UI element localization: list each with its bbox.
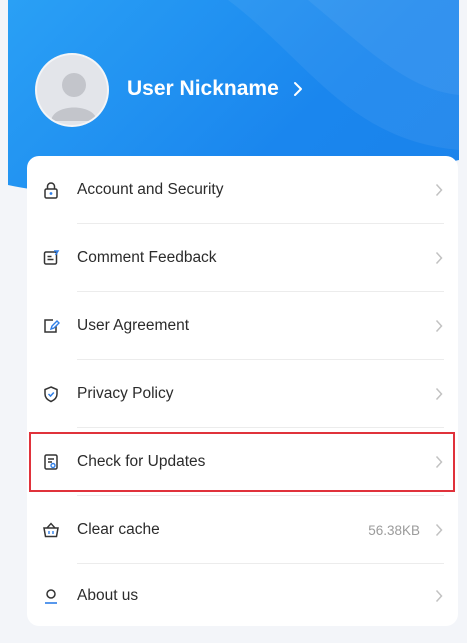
chevron-right-icon bbox=[435, 589, 445, 603]
feedback-icon bbox=[41, 248, 61, 268]
user-nickname: User Nickname bbox=[127, 77, 279, 100]
chevron-right-icon bbox=[435, 319, 445, 333]
agreement-icon bbox=[41, 316, 61, 336]
menu-item-label: Clear cache bbox=[77, 521, 160, 538]
menu-item-label: Check for Updates bbox=[77, 453, 206, 470]
lock-icon bbox=[41, 180, 61, 200]
menu-item-check-updates[interactable]: Check for Updates bbox=[27, 428, 458, 496]
chevron-right-icon bbox=[435, 251, 445, 265]
menu-item-label: Comment Feedback bbox=[77, 249, 217, 266]
chevron-right-icon bbox=[435, 455, 445, 469]
chevron-right-icon bbox=[293, 81, 303, 97]
update-icon bbox=[41, 452, 61, 472]
basket-icon bbox=[41, 520, 61, 540]
chevron-right-icon bbox=[435, 387, 445, 401]
menu-item-label: Account and Security bbox=[77, 181, 224, 198]
menu-item-user-agreement[interactable]: User Agreement bbox=[27, 292, 458, 360]
menu-item-label: User Agreement bbox=[77, 317, 189, 334]
nickname-row[interactable]: User Nickname bbox=[127, 74, 303, 104]
chevron-right-icon bbox=[435, 523, 445, 537]
menu-item-account-security[interactable]: Account and Security bbox=[27, 156, 458, 224]
menu-item-comment-feedback[interactable]: Comment Feedback bbox=[27, 224, 458, 292]
menu-item-label: Privacy Policy bbox=[77, 385, 174, 402]
chevron-right-icon bbox=[435, 183, 445, 197]
cache-size-value: 56.38KB bbox=[368, 522, 420, 538]
shield-icon bbox=[41, 384, 61, 404]
menu-item-clear-cache[interactable]: Clear cache 56.38KB bbox=[27, 496, 458, 564]
menu-item-about-us[interactable]: About us bbox=[27, 562, 458, 630]
avatar[interactable] bbox=[35, 53, 109, 127]
person-icon bbox=[41, 586, 61, 606]
menu-item-privacy-policy[interactable]: Privacy Policy bbox=[27, 360, 458, 428]
settings-card: Account and Security Comment Feedback Us… bbox=[27, 156, 458, 626]
menu-item-label: About us bbox=[77, 587, 139, 604]
